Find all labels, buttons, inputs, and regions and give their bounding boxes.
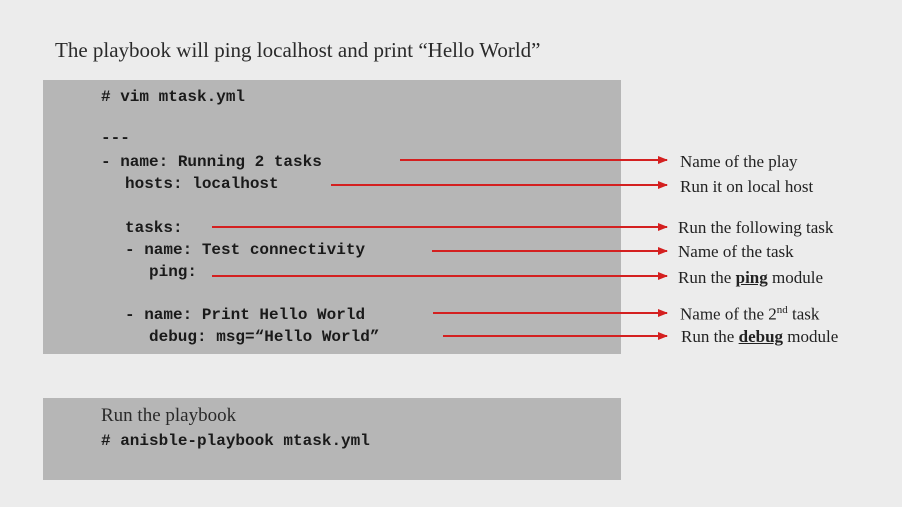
- note-ping-word: ping: [735, 268, 768, 287]
- code-line-vim: # vim mtask.yml: [101, 88, 246, 106]
- note-ping-module: Run the ping module: [678, 268, 823, 288]
- note-ping-prefix: Run the: [678, 268, 736, 287]
- note-task2-sup: nd: [776, 304, 788, 316]
- note-local-host: Run it on local host: [680, 177, 814, 196]
- code-line-hosts: hosts: localhost: [125, 175, 279, 193]
- note-task2-suffix: task: [787, 304, 820, 324]
- code-line-task1-name: - name: Test connectivity: [125, 241, 366, 259]
- note-debug-module: Run the debug module: [681, 327, 838, 347]
- code-line-separator: ---: [101, 129, 130, 147]
- page-title: The playbook will ping localhost and pri…: [55, 38, 541, 62]
- run-command: # anisble-playbook mtask.yml: [101, 432, 370, 450]
- code-line-task2-name: - name: Print Hello World: [125, 306, 366, 324]
- code-line-ping: ping:: [149, 263, 198, 281]
- note-task2-name: Name of the 2nd task: [680, 304, 819, 325]
- note-task2-prefix: Name of the 2: [680, 304, 777, 324]
- note-ping-suffix: module: [767, 268, 823, 287]
- note-play-name: Name of the play: [680, 152, 798, 171]
- code-line-play-name: - name: Running 2 tasks: [101, 153, 322, 171]
- code-line-tasks: tasks:: [125, 219, 183, 237]
- code-line-debug: debug: msg=“Hello World”: [149, 328, 380, 346]
- note-following-task: Run the following task: [678, 218, 834, 237]
- note-debug-word: debug: [738, 327, 784, 346]
- note-debug-suffix: module: [783, 327, 839, 346]
- note-task-name: Name of the task: [678, 242, 794, 261]
- note-debug-prefix: Run the: [681, 327, 739, 346]
- run-label: Run the playbook: [101, 405, 237, 426]
